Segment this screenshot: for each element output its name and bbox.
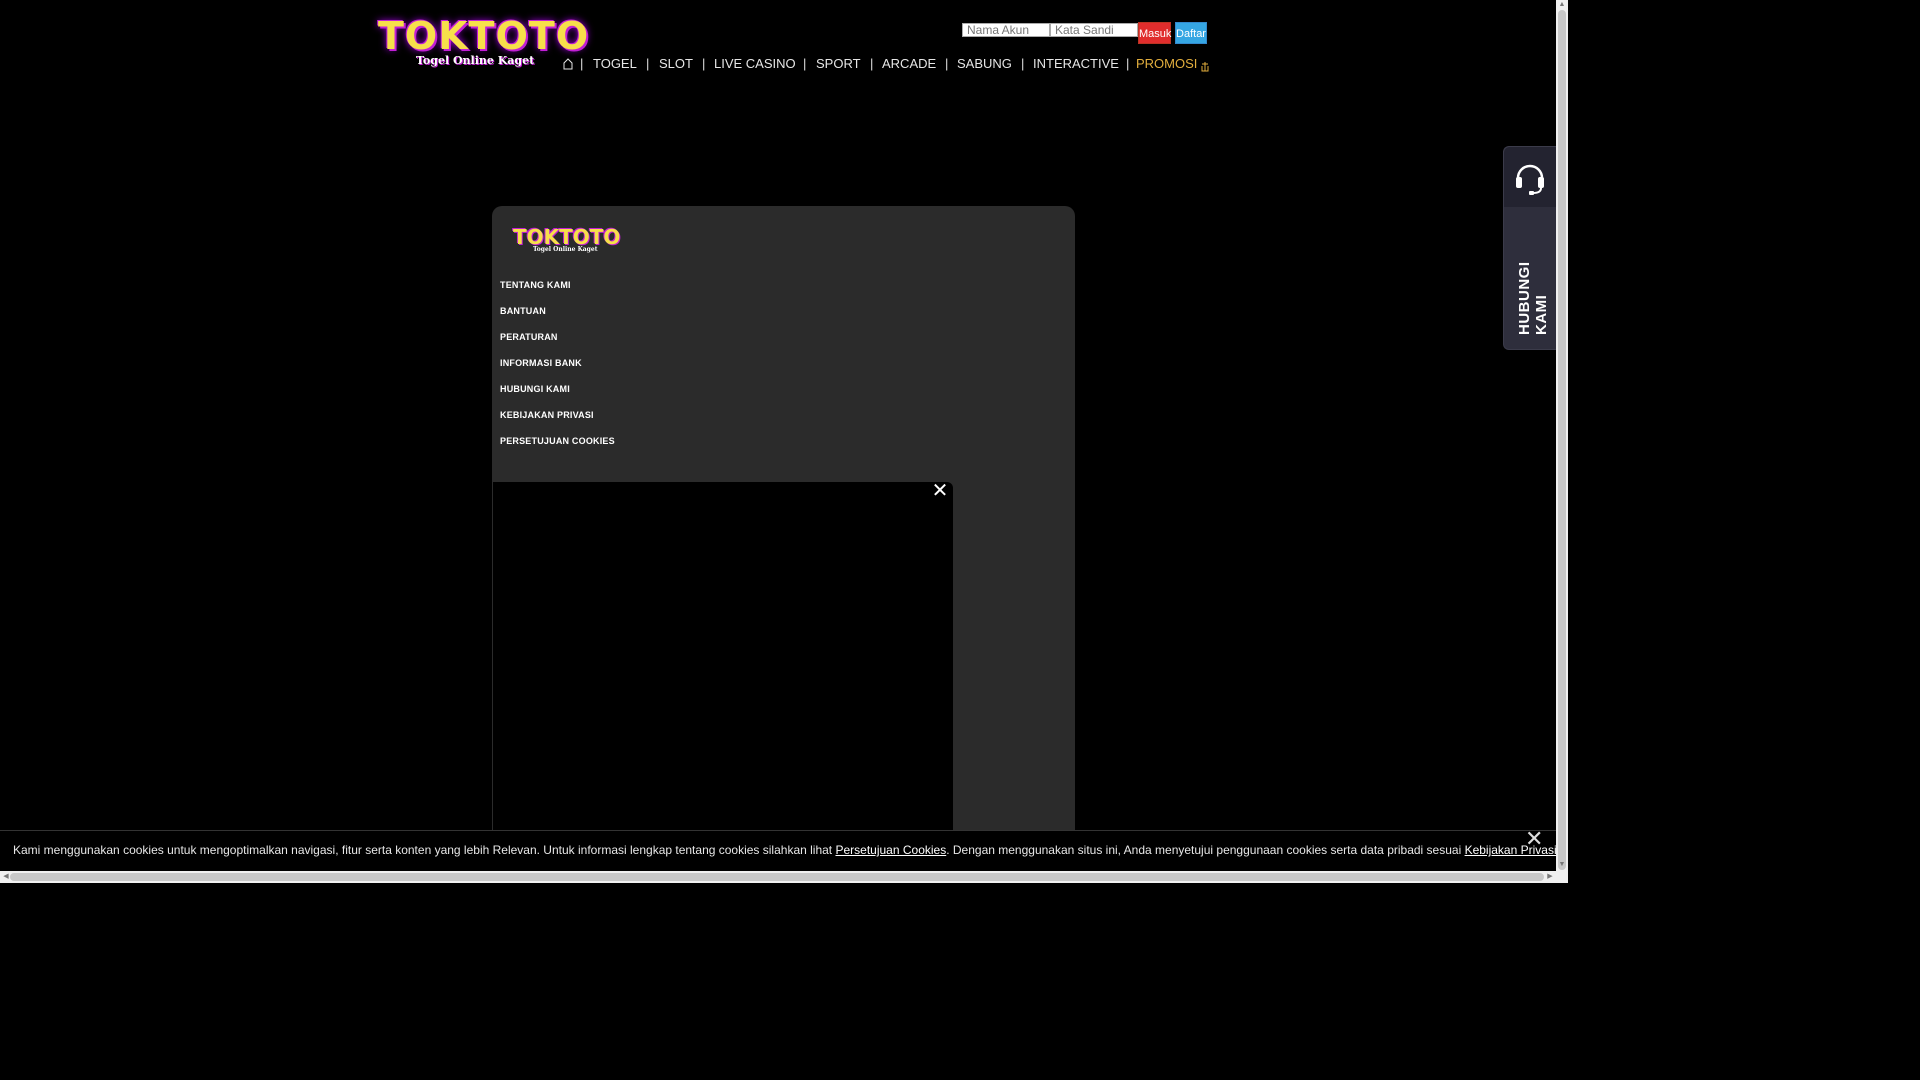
scroll-right-icon[interactable]: ▶ [1546,872,1554,882]
footer-link-hubungi-kami[interactable]: HUBUNGI KAMI [500,384,570,394]
register-button[interactable]: Daftar [1175,22,1207,44]
cookie-policy-link[interactable]: Persetujuan Cookies [835,843,946,857]
nav-separator: | [803,56,807,71]
nav-separator: | [580,56,584,71]
nav-item-sabung[interactable]: SABUNG [957,57,1012,71]
footer-link-peraturan[interactable]: PERATURAN [500,332,558,342]
nav-item-interactive[interactable]: INTERACTIVE [1033,57,1119,71]
nav-item-slot[interactable]: SLOT [659,57,693,71]
horizontal-scrollbar-thumb[interactable] [10,873,1544,881]
footer-logo-tagline: Togel Online Kaget [533,246,598,253]
nav-separator: | [646,56,650,71]
nav-item-sport[interactable]: SPORT [816,57,861,71]
logo-tagline: Togel Online Kaget [416,54,535,67]
nav-item-arcade[interactable]: ARCADE [882,57,936,71]
nav-separator: | [945,56,949,71]
footer-link-tentang-kami[interactable]: TENTANG KAMI [500,280,571,290]
footer-logo[interactable]: TOKTOTO Togel Online Kaget [513,225,620,257]
close-icon[interactable]: ✕ [1525,828,1545,850]
footer-link-persetujuan-cookies[interactable]: PERSETUJUAN COOKIES [500,436,615,446]
gift-icon [1201,62,1209,72]
site-logo[interactable]: TOKTOTO Togel Online Kaget [378,14,588,68]
cookie-message: Kami menggunakan cookies untuk mengoptim… [13,843,1560,857]
footer-link-informasi-bank[interactable]: INFORMASI BANK [500,358,582,368]
footer-link-bantuan[interactable]: BANTUAN [500,306,546,316]
logo-wordmark: TOKTOTO [378,14,590,58]
login-button[interactable]: Masuk [1138,22,1171,44]
nav-item-live-casino[interactable]: LIVE CASINO [714,57,796,71]
cookie-text-2: . Dengan menggunakan situs ini, Anda men… [946,843,1465,857]
nav-separator: | [870,56,874,71]
nav-separator: | [702,56,706,71]
vertical-scrollbar-thumb[interactable] [1558,10,1566,870]
scroll-left-icon[interactable]: ◀ [2,872,10,882]
nav-item-promosi[interactable]: PROMOSI [1136,57,1197,71]
nav-separator: | [1126,56,1130,71]
scroll-up-icon[interactable]: ▲ [1558,1,1566,9]
nav-item-togel[interactable]: TOGEL [593,57,637,71]
headset-icon[interactable] [1513,158,1547,196]
close-icon[interactable]: ✕ [931,481,949,501]
scroll-down-icon[interactable]: ▼ [1558,861,1566,869]
username-input[interactable] [962,23,1050,37]
home-icon[interactable] [563,58,573,70]
footer-link-kebijakan-privasi[interactable]: KEBIJAKAN PRIVASI [500,410,594,420]
nav-separator: | [1021,56,1025,71]
popup-overlay [493,482,953,846]
password-input[interactable] [1050,23,1138,37]
cookie-text-1: Kami menggunakan cookies untuk mengoptim… [13,843,836,857]
contact-widget-label[interactable]: HUBUNGI KAMI [1516,220,1550,336]
